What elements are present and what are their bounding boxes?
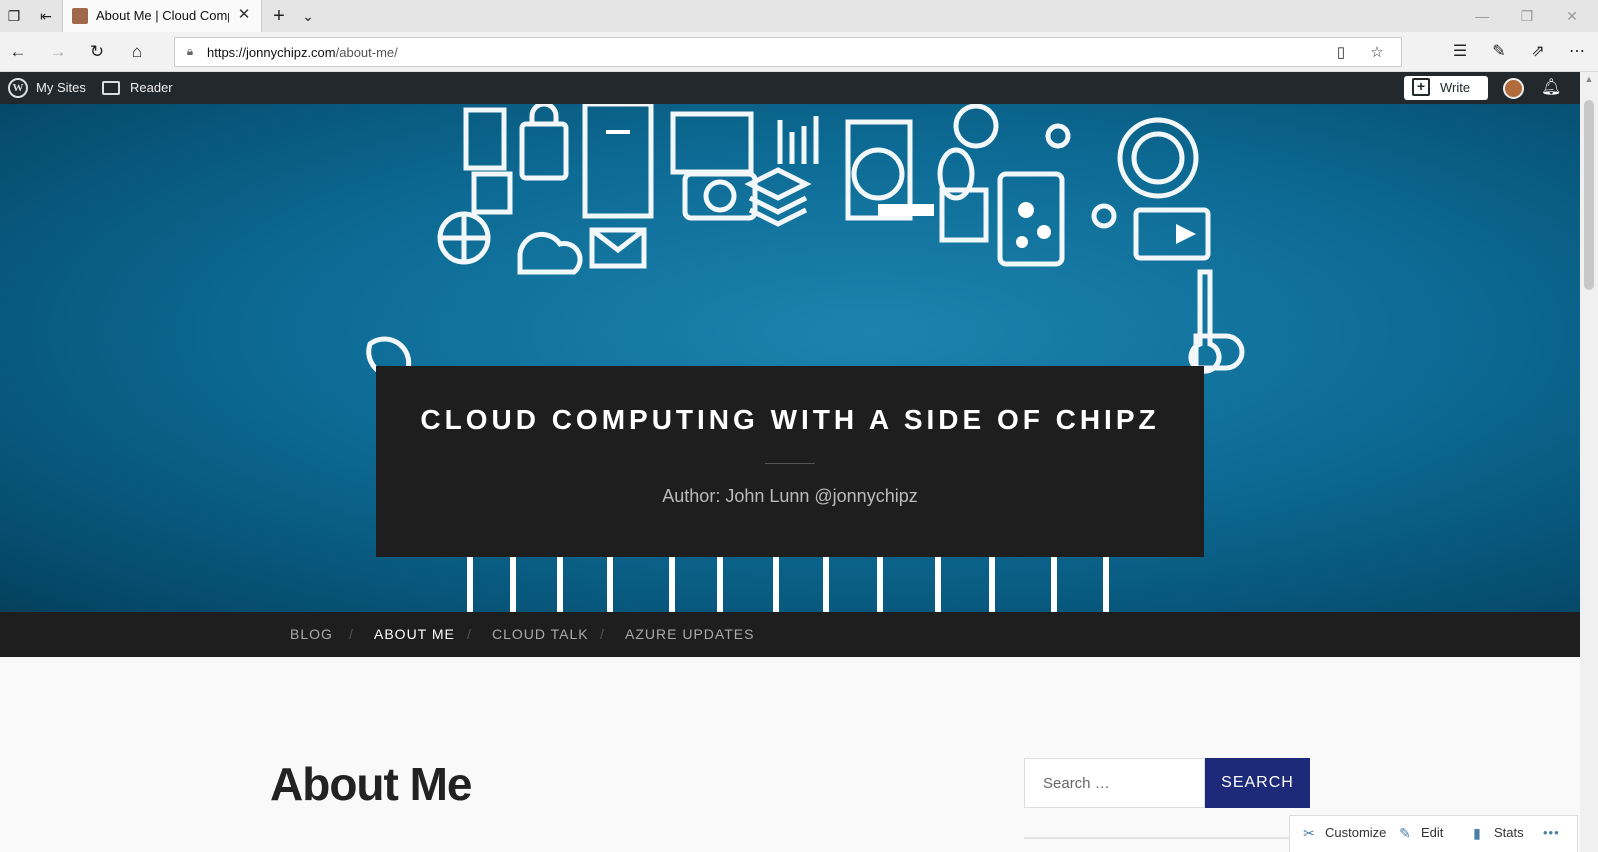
header-hero: CLOUD COMPUTING WITH A SIDE OF CHIPZ Aut…	[0, 104, 1580, 612]
reader-icon[interactable]	[102, 81, 120, 95]
refresh-icon[interactable]: ↻	[85, 40, 109, 64]
close-window-icon[interactable]: ✕	[1562, 6, 1582, 26]
tab-list-icon[interactable]: ⌄	[298, 6, 318, 26]
notifications-bell-icon[interactable]: 🔔︎	[1541, 78, 1561, 98]
write-plus-icon: +	[1412, 78, 1430, 96]
restore-icon[interactable]: ❐	[1517, 6, 1537, 26]
reader-link[interactable]: Reader	[130, 72, 173, 104]
reading-view-icon[interactable]: ▯	[1331, 43, 1351, 63]
tab-active[interactable]: About Me | Cloud Computing with a side o…	[62, 0, 262, 32]
widget-divider	[1024, 837, 1310, 839]
lock-icon: 🔒︎	[186, 44, 194, 58]
edit-pencil-icon: ✎	[1399, 825, 1411, 841]
back-icon[interactable]: ←	[6, 40, 30, 64]
tab-close-icon[interactable]: ✕	[234, 5, 254, 25]
address-url[interactable]: https://jonnychipz.com/about-me/	[207, 45, 398, 60]
menu-item-blog[interactable]: BLOG	[290, 626, 333, 642]
browser-tab-bar: ❐ ⇤ About Me | Cloud Computing with a si…	[0, 0, 1598, 32]
customize-link[interactable]: Customize	[1325, 825, 1386, 840]
write-label: Write	[1440, 80, 1471, 95]
menu-item-azure-updates[interactable]: AZURE UPDATES	[625, 626, 754, 642]
more-icon[interactable]: ⋯	[1565, 40, 1589, 64]
browser-nav-bar: ← → ↻ ⌂ 🔒︎ https://jonnychipz.com/about-…	[0, 32, 1598, 72]
edit-link[interactable]: Edit	[1421, 825, 1443, 840]
page-scrollbar[interactable]: ▲	[1580, 72, 1598, 852]
new-tab-icon[interactable]: +	[269, 6, 289, 26]
site-description: Author: John Lunn @jonnychipz	[662, 486, 918, 506]
home-icon[interactable]: ⌂	[125, 40, 149, 64]
search-placeholder: Search …	[1043, 775, 1110, 792]
more-actions-icon[interactable]: •••	[1543, 825, 1560, 840]
avatar[interactable]	[1503, 78, 1524, 99]
site-title[interactable]: CLOUD COMPUTING WITH A SIDE OF CHIPZ	[376, 404, 1204, 436]
page-title: About Me	[270, 758, 473, 810]
site-branding: CLOUD COMPUTING WITH A SIDE OF CHIPZ Aut…	[376, 366, 1204, 557]
set-aside-icon[interactable]: ⇤	[36, 6, 56, 26]
wp-admin-bar: W My Sites Reader + Write 🔔︎	[0, 72, 1580, 104]
stats-icon: ▮	[1473, 825, 1481, 841]
tab-manager-icon[interactable]: ❐	[4, 6, 24, 26]
menu-separator: /	[349, 626, 353, 642]
menu-separator: /	[467, 626, 471, 642]
forward-icon[interactable]: →	[46, 40, 70, 64]
favorite-star-icon[interactable]: ☆	[1367, 43, 1387, 63]
scroll-up-icon[interactable]: ▲	[1584, 74, 1594, 84]
write-button[interactable]: + Write	[1404, 76, 1488, 100]
search-input[interactable]: Search …	[1024, 758, 1205, 808]
customize-icon: ✂	[1303, 825, 1315, 841]
share-icon[interactable]: ⇗	[1526, 40, 1550, 64]
pen-icon[interactable]: ✎	[1487, 40, 1511, 64]
floating-action-bar: ✂ Customize ✎ Edit ▮ Stats •••	[1289, 815, 1578, 852]
menu-item-about-me[interactable]: ABOUT ME	[374, 626, 455, 642]
primary-menu: BLOG / ABOUT ME / CLOUD TALK / AZURE UPD…	[0, 612, 1580, 657]
menu-item-cloud-talk[interactable]: CLOUD TALK	[492, 626, 589, 642]
stats-link[interactable]: Stats	[1494, 825, 1524, 840]
address-bar[interactable]: 🔒︎ https://jonnychipz.com/about-me/ ▯ ☆	[174, 37, 1402, 67]
my-sites-link[interactable]: My Sites	[36, 72, 86, 104]
tab-title: About Me | Cloud Computing with a side o…	[96, 8, 229, 23]
menu-separator: /	[600, 626, 604, 642]
minimize-icon[interactable]: —	[1472, 6, 1492, 26]
wordpress-logo-icon[interactable]: W	[8, 78, 28, 98]
scroll-thumb[interactable]	[1584, 100, 1594, 290]
tab-favicon	[72, 8, 88, 24]
search-button[interactable]: SEARCH	[1205, 758, 1310, 808]
title-divider	[765, 463, 815, 464]
favorites-hub-icon[interactable]: ☰	[1448, 40, 1472, 64]
